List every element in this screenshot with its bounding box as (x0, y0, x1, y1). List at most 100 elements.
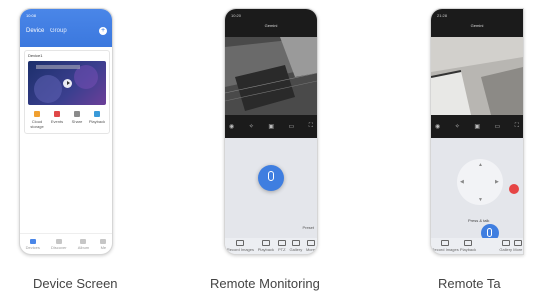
home-icon (29, 238, 36, 244)
nav-album[interactable]: Album (77, 238, 90, 250)
snapshot-icon[interactable]: ◉ (229, 123, 234, 130)
nav-label: Gallery (499, 247, 513, 252)
device-name: Device1 (28, 53, 43, 58)
playback-icon (464, 240, 473, 246)
quality-icon[interactable]: ▭ (289, 123, 295, 130)
gallery-icon (501, 240, 510, 246)
video-thumbnail[interactable] (28, 61, 106, 105)
camera-title: Gemini (470, 23, 484, 28)
playback-icon (94, 111, 100, 117)
snapshot-icon[interactable]: ◉ (435, 123, 440, 130)
nav-label: Gallery (289, 247, 303, 252)
live-video-feed[interactable] (431, 37, 523, 115)
add-device-button[interactable]: + (99, 27, 107, 35)
camera-title: Gemini (264, 23, 278, 28)
app-header: 10:08 Device Group + (20, 9, 112, 47)
nav-label: Record Images (226, 247, 254, 252)
left-arrow-icon: ◀ (460, 179, 464, 185)
bottom-nav: Record Images Playback PTZ Gallery More (225, 238, 317, 254)
more-icon (306, 240, 315, 246)
action-events[interactable]: Events (48, 111, 66, 129)
action-label: Share (71, 119, 83, 124)
status-time: 10:08 (26, 13, 37, 18)
status-time: 10:20 (231, 13, 242, 18)
nav-label: PTZ (277, 247, 286, 252)
nav-label: Discover (51, 244, 67, 250)
events-icon (54, 111, 60, 117)
nav-label: Playback (459, 247, 477, 252)
daylight-image (431, 37, 523, 115)
header-tabs: Device Group (26, 28, 71, 34)
action-playback[interactable]: Playback (88, 111, 106, 129)
nav-more[interactable]: More (513, 240, 522, 252)
nav-playback[interactable]: Playback (460, 240, 476, 252)
play-icon[interactable] (63, 79, 72, 88)
playback-icon (261, 240, 270, 246)
cloud-icon (34, 111, 40, 117)
night-vision-image (225, 37, 317, 115)
nav-discover[interactable]: Discover (51, 238, 67, 250)
bottom-nav: Record Images Playback Gallery More (431, 238, 523, 254)
quality-icon[interactable]: ▭ (495, 123, 501, 130)
record-images-icon (441, 240, 450, 246)
press-talk-label: Press & talk (468, 218, 490, 223)
caption-remote-monitoring: Remote Monitoring (210, 276, 320, 291)
nav-record[interactable]: Record Images (227, 240, 254, 252)
action-share[interactable]: Share (68, 111, 86, 129)
record-icon[interactable]: ▣ (474, 123, 480, 130)
ptz-joystick[interactable]: ▲ ▼ ◀ ▶ (457, 159, 503, 205)
user-icon (100, 238, 107, 244)
hang-up-button[interactable] (509, 184, 519, 194)
live-view-header: 21:28 Gemini ◉ ✧ ▣ ▭ ⛶ (431, 9, 523, 138)
record-icon[interactable]: ▣ (268, 123, 274, 130)
nav-playback[interactable]: Playback (258, 240, 274, 252)
caption-remote-talk: Remote Ta (438, 276, 501, 291)
discover-icon (55, 238, 62, 244)
action-label: Cloud storage (30, 119, 44, 129)
talk-button[interactable] (258, 165, 284, 191)
device-actions: Cloud storage Events Share Playback (28, 111, 106, 129)
nav-label: Playback (257, 247, 274, 252)
up-arrow-icon: ▲ (478, 162, 483, 168)
status-time: 21:28 (437, 13, 448, 18)
remote-talk-phone: 21:28 Gemini ◉ ✧ ▣ ▭ ⛶ ▲ ▼ ◀ ▶ Press & t… (430, 8, 524, 255)
gallery-icon (291, 240, 300, 246)
bottom-nav: Devices Discover Album Me (20, 233, 112, 254)
right-arrow-icon: ▶ (495, 179, 499, 185)
action-label: Events (50, 119, 64, 124)
live-view-header: 10:20 Gemini ◉ ✧ ▣ ▭ ⛶ (225, 9, 317, 138)
nav-devices[interactable]: Devices (25, 238, 40, 250)
nav-me[interactable]: Me (100, 238, 107, 250)
nav-label: Album (77, 244, 90, 250)
caption-device-screen: Device Screen (33, 276, 118, 291)
microphone-icon (268, 171, 274, 181)
nav-ptz[interactable]: PTZ (277, 240, 286, 252)
tab-group[interactable]: Group (50, 28, 67, 34)
device-card[interactable]: Device1 Cloud storage Events Share Playb… (24, 50, 110, 134)
control-panel (225, 138, 317, 254)
remote-monitoring-phone: 10:20 Gemini ◉ ✧ ▣ ▭ ⛶ Preset Record Ima… (224, 8, 318, 255)
record-images-icon (236, 240, 245, 246)
fullscreen-icon[interactable]: ⛶ (515, 123, 519, 130)
fullscreen-icon[interactable]: ⛶ (309, 123, 313, 130)
nav-label: More (305, 247, 316, 252)
nav-label: More (513, 247, 523, 252)
nav-label: Record Images (431, 247, 459, 252)
tab-device[interactable]: Device (26, 28, 44, 34)
device-screen-phone: 10:08 Device Group + Device1 Cloud stora… (19, 8, 113, 255)
live-video-feed[interactable] (225, 37, 317, 115)
down-arrow-icon: ▼ (478, 197, 483, 203)
brightness-icon[interactable]: ✧ (249, 123, 254, 130)
nav-label: Me (100, 244, 107, 250)
action-cloud-storage[interactable]: Cloud storage (28, 111, 46, 129)
ptz-icon (277, 240, 286, 246)
brightness-icon[interactable]: ✧ (455, 123, 460, 130)
more-icon (513, 240, 522, 246)
nav-gallery[interactable]: Gallery (289, 240, 303, 252)
nav-record[interactable]: Record Images (432, 240, 459, 252)
nav-label: Devices (25, 244, 40, 250)
album-icon (80, 238, 87, 244)
nav-more[interactable]: More (306, 240, 315, 252)
preset-button[interactable]: Preset (302, 225, 314, 230)
nav-gallery[interactable]: Gallery (499, 240, 512, 252)
